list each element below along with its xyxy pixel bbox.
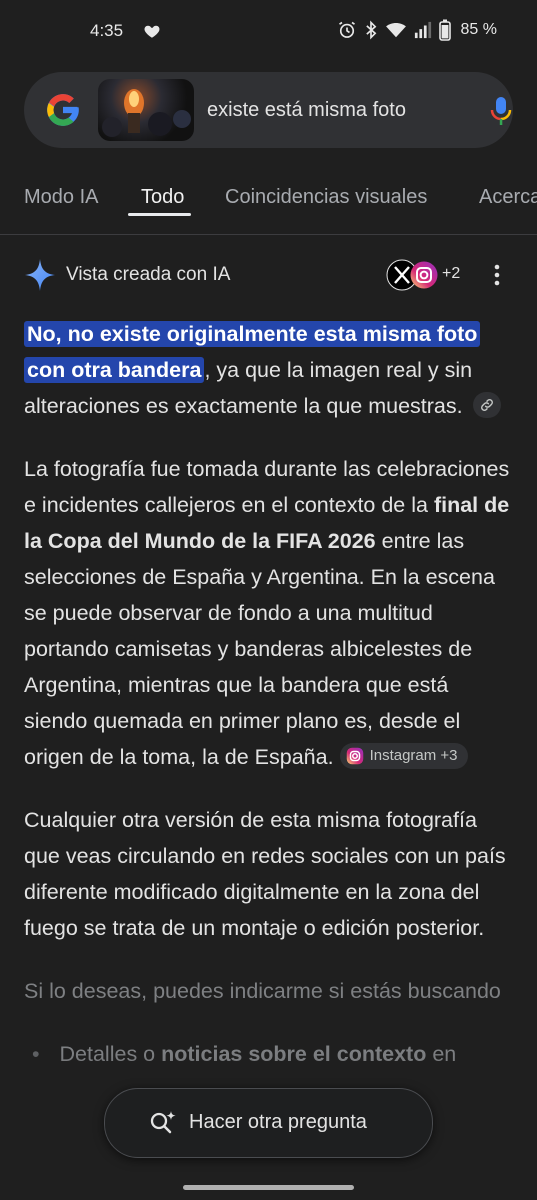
answer-paragraph: No, no existe originalmente esta misma f… bbox=[24, 316, 516, 424]
ask-another-question-button[interactable]: Hacer otra pregunta bbox=[104, 1088, 433, 1158]
bullet-item: • Detalles o noticias sobre el contexto … bbox=[24, 1036, 516, 1072]
microphone-icon[interactable] bbox=[490, 96, 512, 126]
battery-percentage: 85 % bbox=[460, 21, 497, 38]
alarm-icon bbox=[338, 21, 355, 38]
tab-coincidencias-visuales[interactable]: Coincidencias visuales bbox=[225, 186, 427, 209]
tab-modo-ia[interactable]: Modo IA bbox=[24, 186, 98, 209]
signal-icon bbox=[414, 21, 431, 39]
more-options-icon[interactable] bbox=[494, 264, 500, 286]
active-tab-indicator bbox=[128, 213, 191, 216]
query-image-thumbnail[interactable] bbox=[98, 79, 194, 141]
bluetooth-icon bbox=[365, 20, 376, 40]
tabs-divider bbox=[0, 234, 537, 235]
source-avatars[interactable] bbox=[386, 259, 438, 291]
link-icon bbox=[480, 399, 493, 412]
bullet-text-b: en bbox=[426, 1042, 457, 1066]
followup-paragraph: Si lo deseas, puedes indicarme si estás … bbox=[24, 979, 501, 1003]
tab-todo[interactable]: Todo bbox=[141, 186, 184, 209]
instagram-source-label: Instagram +3 bbox=[369, 747, 458, 765]
search-query[interactable]: existe está misma foto bbox=[207, 99, 449, 122]
gesture-nav-bar[interactable] bbox=[183, 1185, 354, 1190]
thumbnail-image-icon bbox=[102, 89, 191, 137]
status-time: 4:35 bbox=[90, 21, 124, 40]
search-tabs: Modo IA Todo Coincidencias visuales Acer… bbox=[0, 180, 537, 220]
context-paragraph: La fotografía fue tomada durante las cel… bbox=[24, 451, 516, 775]
gemini-sparkle-icon bbox=[25, 259, 55, 291]
heart-icon bbox=[144, 25, 160, 38]
status-icons: 85 % bbox=[337, 19, 497, 41]
context-text-b: entre las selecciones de España y Argent… bbox=[24, 529, 495, 769]
bullet-dot: • bbox=[32, 1042, 40, 1066]
search-bar[interactable]: existe está misma foto bbox=[24, 72, 513, 148]
google-logo-icon[interactable] bbox=[44, 91, 82, 129]
source-link-chip[interactable] bbox=[472, 392, 501, 419]
search-sparkle-icon bbox=[150, 1111, 176, 1134]
status-bar: 4:35 85 % bbox=[0, 0, 537, 62]
tab-acerca[interactable]: Acerca bbox=[479, 186, 537, 209]
ask-button-label: Hacer otra pregunta bbox=[189, 1111, 367, 1133]
montage-paragraph: Cualquier otra versión de esta misma fot… bbox=[24, 808, 506, 940]
instagram-source-chip[interactable]: Instagram +3 bbox=[339, 743, 468, 770]
ai-overview-body: No, no existe originalmente esta misma f… bbox=[24, 316, 516, 1099]
bullet-text-a: Detalles o bbox=[59, 1042, 162, 1066]
sources-more-count[interactable]: +2 bbox=[442, 265, 460, 283]
ai-overview-header: Vista creada con IA +2 bbox=[24, 258, 514, 294]
instagram-icon bbox=[346, 748, 363, 765]
battery-icon bbox=[438, 19, 451, 41]
ai-overview-title: Vista creada con IA bbox=[66, 264, 231, 285]
wifi-icon bbox=[385, 23, 406, 38]
bullet-bold: noticias sobre el contexto bbox=[161, 1042, 427, 1066]
